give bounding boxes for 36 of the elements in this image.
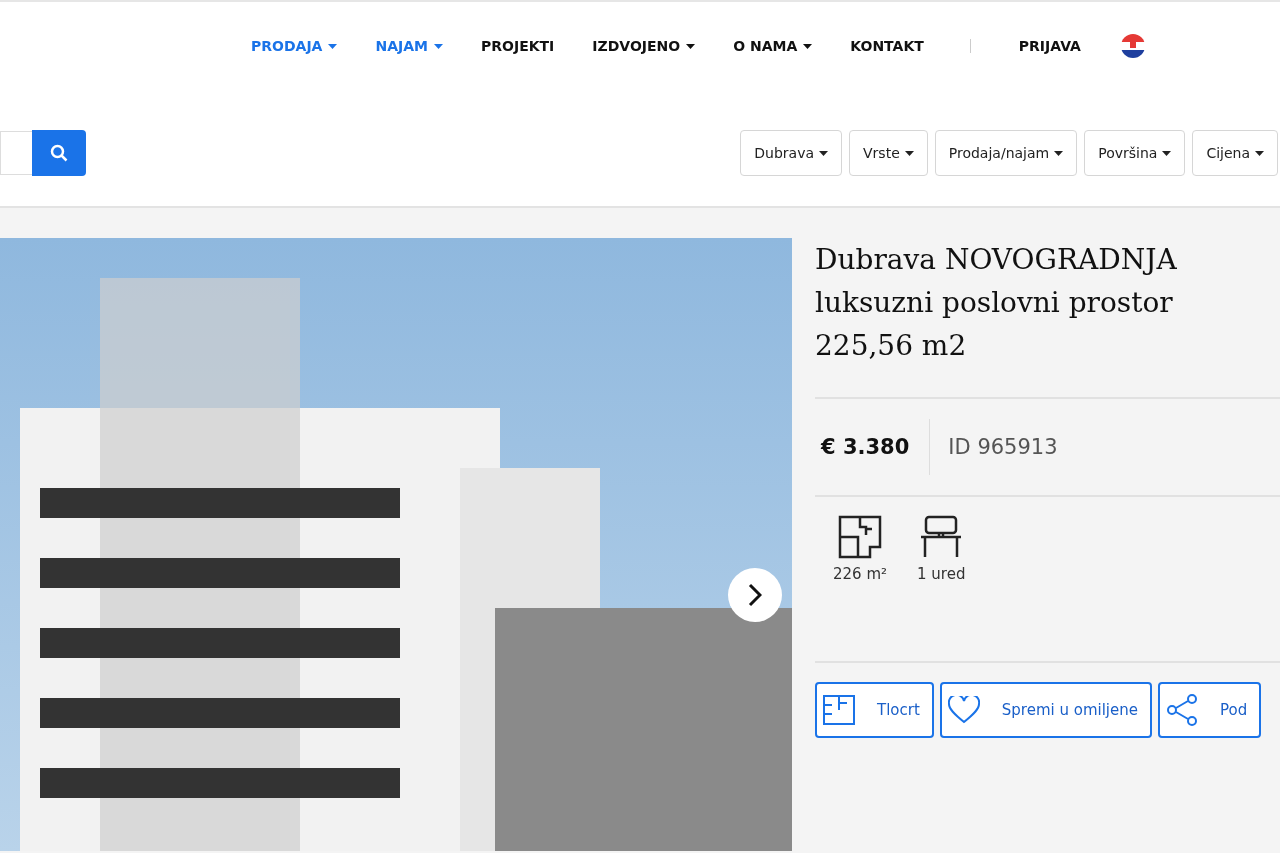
next-button[interactable] — [728, 568, 782, 622]
caret-icon — [1054, 150, 1064, 156]
filter-dropdown[interactable]: Cijena — [1192, 130, 1278, 176]
chevron-right-icon — [748, 583, 762, 607]
share-icon — [1166, 694, 1198, 726]
action-button[interactable]: Spremi u omiljene — [939, 682, 1152, 738]
login-link[interactable]: PRIJAVA — [1018, 38, 1081, 54]
flag-icon[interactable] — [1120, 34, 1145, 58]
caret-icon — [1162, 150, 1172, 156]
search-field[interactable] — [0, 131, 32, 175]
nav-link[interactable]: NAJAM — [375, 38, 443, 54]
desk-icon — [919, 515, 964, 559]
heart-icon — [947, 696, 980, 724]
listing-title: Dubrava NOVOGRADNJA luksuzni poslovni prostor 225,56 m2 — [815, 242, 1178, 364]
search-button[interactable] — [32, 130, 86, 176]
nav-link[interactable]: PROJEKTI — [481, 38, 555, 54]
filter-dropdown[interactable]: Prodaja/najam — [934, 130, 1078, 176]
action-button[interactable]: Tlocrt — [815, 682, 934, 738]
price: € 3.380 — [819, 435, 911, 459]
search-icon — [50, 144, 68, 162]
nav-link[interactable]: KONTAKT — [850, 38, 924, 54]
caret-icon — [1255, 150, 1264, 156]
feature-label: 226 m² — [833, 565, 888, 583]
filter-dropdown[interactable]: Vrste — [849, 130, 928, 176]
listing-id: ID 965913 — [948, 435, 1058, 459]
filter-dropdown[interactable]: Dubrava — [740, 130, 843, 176]
feature-label: 1 ured — [917, 565, 966, 583]
floor-plan-icon — [823, 695, 855, 725]
filter-dropdown[interactable]: Površina — [1084, 130, 1186, 176]
nav-link[interactable]: O NAMA — [733, 38, 813, 54]
nav-link[interactable]: IZDVOJENO — [592, 38, 696, 54]
caret-icon — [819, 150, 829, 156]
floor-plan-icon — [838, 515, 882, 559]
nav-link[interactable]: PRODAJA — [251, 38, 338, 54]
caret-icon — [904, 150, 914, 156]
action-button[interactable]: Pod — [1158, 682, 1262, 738]
